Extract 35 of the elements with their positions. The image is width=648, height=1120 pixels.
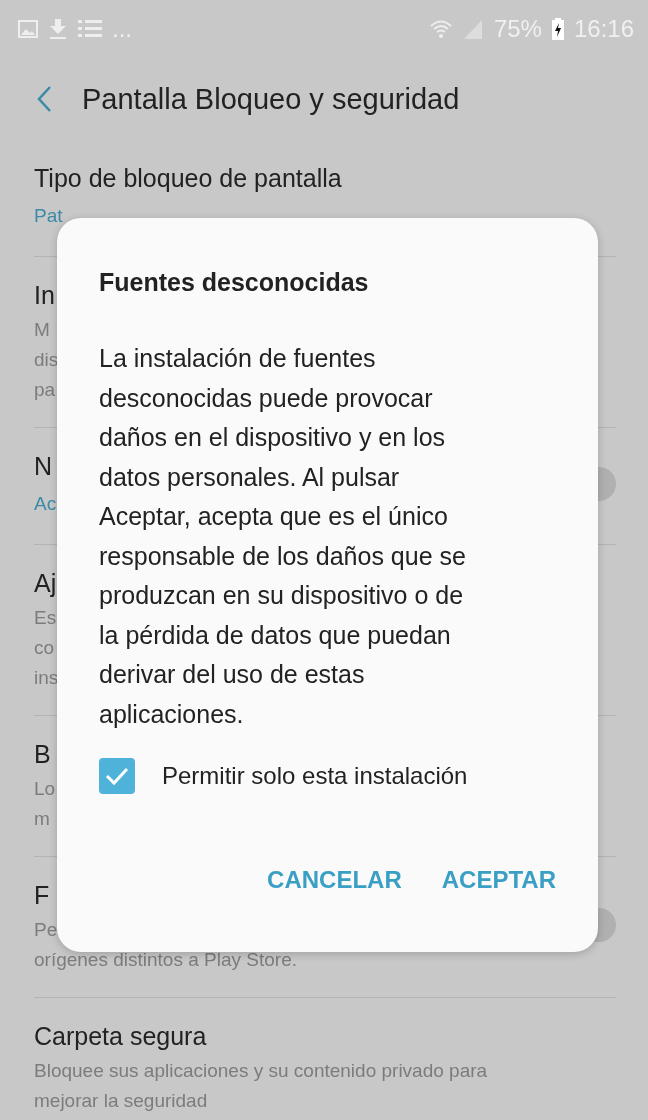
checkbox[interactable] [99, 758, 135, 794]
download-icon [48, 18, 68, 40]
back-icon[interactable] [36, 85, 52, 113]
battery-charging-icon [551, 18, 564, 40]
setting-description: ins [34, 666, 59, 690]
setting-title: B [34, 739, 51, 770]
more-notifications: ... [112, 15, 132, 43]
setting-description: Bloquee sus aplicaciones y su contenido privado para [34, 1059, 488, 1083]
setting-title: Tipo de bloqueo de pantalla [34, 163, 342, 194]
dialog-title: Fuentes desconocidas [99, 268, 369, 297]
setting-title: Carpeta segura [34, 1021, 207, 1052]
dialog-message: La instalación de fuentes desconocidas puede provocar daños en el dispositivo y en los datos personales. Al pulsar Aceptar, acepta que es el único responsable de los daños que se produzcan en su dispositivo o de la pérdida de datos que puedan derivar del uso de estas aplicaciones. [99, 343, 467, 730]
setting-description: Lo [34, 777, 56, 801]
setting-value: Ac [34, 492, 57, 516]
setting-value: Pat [34, 204, 63, 228]
setting-description: orígenes distintos a Play Store. [34, 948, 297, 972]
setting-description: dis [34, 348, 59, 372]
setting-description: mejorar la seguridad [34, 1089, 208, 1113]
setting-title: In [34, 280, 55, 311]
setting-description: M [34, 318, 50, 342]
image-icon [18, 20, 38, 38]
setting-description: co [34, 636, 55, 660]
setting-title: F [34, 880, 50, 911]
setting-description: Pe [34, 918, 58, 942]
checkmark-icon [104, 766, 130, 786]
wifi-icon [429, 18, 452, 40]
setting-title: N [34, 451, 53, 482]
settings-item[interactable]: Carpeta segura Bloquee sus aplicaciones y su contenido privado para mejorar la seguridad [34, 998, 616, 1120]
checkbox-label: Permitir solo esta instalación [162, 762, 468, 790]
list-icon [78, 19, 102, 39]
setting-description: m [34, 807, 50, 831]
page-title: Pantalla Bloqueo y seguridad [82, 82, 460, 116]
setting-description: Es [34, 606, 57, 630]
setting-title: Aj [34, 568, 57, 599]
setting-description: pa [34, 378, 56, 402]
